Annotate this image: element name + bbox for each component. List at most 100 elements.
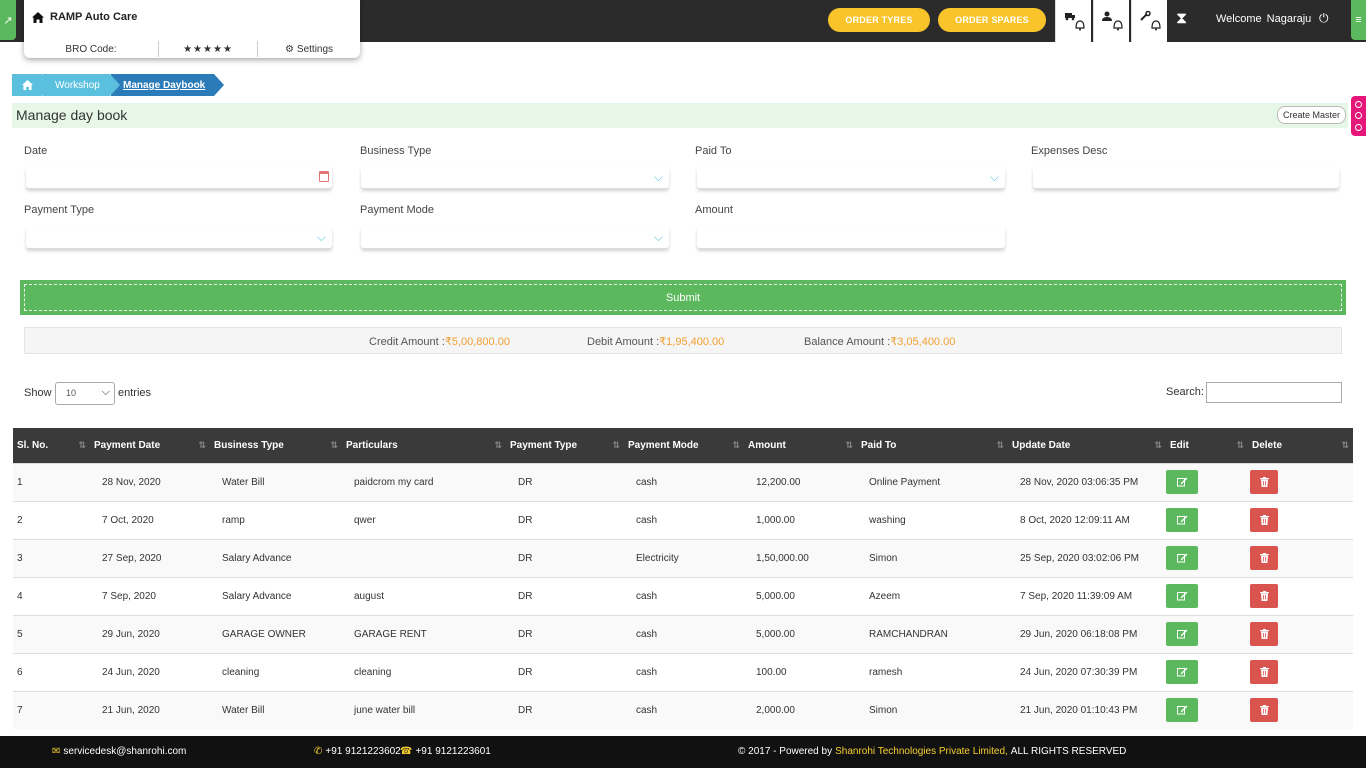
widget-dot-icon [1355,112,1362,120]
company-name[interactable]: Shanrohi Technologies Private Limited, [835,746,1008,757]
chevron-down-icon: ⌵ [653,230,663,244]
submit-button[interactable]: Submit [20,280,1346,315]
entries-per-page-select[interactable]: 10 ⌵ [55,382,115,405]
order-tyres-button[interactable]: ORDER TYRES [828,8,930,32]
entries-label: entries [118,387,152,399]
column-header[interactable]: Edit ⇅ [1166,428,1248,463]
column-header[interactable]: Payment Type ⇅ [506,428,624,463]
delete-button[interactable] [1250,508,1278,532]
dashboard-toggle-button[interactable]: ↗ [0,0,16,40]
sort-icon[interactable]: ⇅ [78,440,85,451]
column-header-label: Amount [748,439,786,451]
search-input[interactable] [1206,382,1342,403]
chevron-down-icon: ⌵ [989,170,999,184]
delete-button[interactable] [1250,584,1278,608]
table-row: 47 Sep, 2020 Salary Advance august DR cash 5,… [13,576,1353,615]
delete-button[interactable] [1250,660,1278,684]
sort-icon[interactable]: ⇅ [612,440,619,451]
payment-type-select[interactable]: ⌵ [26,227,332,249]
expenses-desc-input[interactable] [1033,167,1339,189]
sort-icon[interactable]: ⇅ [1154,440,1161,451]
delete-button[interactable] [1250,546,1278,570]
calendar-icon[interactable] [319,171,329,182]
footer-email-text: servicedesk@shanrohi.com [63,746,187,757]
delete-cell [1248,652,1353,691]
credit-amount: Credit Amount :₹5,00,800.00 [369,335,510,348]
column-header[interactable]: Sl. No. ⇅ [13,428,90,463]
column-header[interactable]: Update Date ⇅ [1008,428,1166,463]
edit-button[interactable] [1166,698,1198,723]
column-header[interactable]: Business Type ⇅ [210,428,342,463]
debit-amount-label: Debit Amount : [587,336,660,348]
business-type-select[interactable]: ⌵ [361,167,669,189]
column-header[interactable]: Amount ⇅ [744,428,857,463]
edit-button[interactable] [1166,546,1198,570]
edit-button[interactable] [1166,622,1198,646]
table-cell: RAMCHANDRAN [857,614,1008,653]
delete-button[interactable] [1250,622,1278,646]
show-label: Show [24,387,52,399]
submit-label: Submit [24,284,1342,311]
sort-icon[interactable]: ⇅ [1341,440,1348,451]
edit-icon [1176,667,1187,677]
credit-amount-value: ₹5,00,800.00 [444,336,510,348]
table-cell: 5,000.00 [744,614,857,653]
payment-mode-select[interactable]: ⌵ [361,227,669,249]
sort-icon[interactable]: ⇅ [494,440,501,451]
table-row: 3 27 Sep, 2020 Salary Advance DR Electricity… [13,538,1353,577]
settings-link[interactable]: ⚙ Settings [258,41,360,57]
table-cell: 7 Sep, 2020 [90,576,210,615]
column-header[interactable]: Delete ⇅ [1248,428,1353,463]
brand-title[interactable]: RAMP Auto Care [32,11,137,23]
order-spares-button[interactable]: ORDER SPARES [938,8,1046,32]
delete-button[interactable] [1250,470,1278,494]
table-cell: Water Bill [210,690,342,729]
edit-cell [1166,614,1248,653]
user-notification-button[interactable] [1093,0,1129,42]
breadcrumb-manage-daybook[interactable]: Manage Daybook [110,74,224,96]
sort-icon[interactable]: ⇅ [198,440,205,451]
sort-icon[interactable]: ⇅ [1236,440,1243,451]
menu-hamburger-button[interactable]: ≡ [1351,0,1366,40]
footer-copyright: © 2017 - Powered by Shanrohi Technologie… [738,746,1126,757]
amount-input[interactable] [697,227,1005,249]
truck-notification-button[interactable] [1055,0,1091,42]
column-header[interactable]: Payment Date ⇅ [90,428,210,463]
hourglass-icon[interactable]: ⧗ [1176,10,1187,28]
tools-notification-button[interactable] [1131,0,1167,42]
edit-button[interactable] [1166,508,1198,532]
delete-button[interactable] [1250,698,1278,723]
table-cell: 7 Sep, 2020 11:39:09 AM [1008,576,1166,615]
column-header[interactable]: Payment Mode ⇅ [624,428,744,463]
envelope-icon: ✉ [52,746,61,757]
edit-button[interactable] [1166,584,1198,608]
sort-icon[interactable]: ⇅ [996,440,1003,451]
create-master-button[interactable]: Create Master [1276,106,1346,124]
sort-icon[interactable]: ⇅ [330,440,337,451]
trash-icon [1259,477,1269,487]
power-icon[interactable]: ⏻ [1319,11,1329,26]
business-type-label: Business Type [360,145,432,157]
column-header[interactable]: Particulars ⇅ [342,428,506,463]
breadcrumb-workshop[interactable]: Workshop [42,74,120,96]
footer-phone[interactable]: ☎ +91 9121223601 [400,746,491,757]
sort-icon[interactable]: ⇅ [732,440,739,451]
phone-icon: ☎ [400,746,413,757]
table-cell: cleaning [210,652,342,691]
table-cell: 21 Jun, 2020 [90,690,210,729]
footer-email[interactable]: ✉ servicedesk@shanrohi.com [52,746,186,757]
table-row: 1 28 Nov, 2020 Water Bill paidcrom my card D… [13,462,1353,501]
date-input[interactable] [26,167,332,189]
hamburger-icon: ≡ [1355,14,1362,26]
footer-whatsapp[interactable]: ✆ +91 9121223602 [314,746,401,757]
widget-dot-icon [1355,101,1362,109]
side-widget-tab[interactable] [1351,96,1366,136]
edit-button[interactable] [1166,660,1198,684]
sort-icon[interactable]: ⇅ [845,440,852,451]
paid-to-select[interactable]: ⌵ [697,167,1005,189]
breadcrumb-home[interactable] [12,74,52,96]
edit-button[interactable] [1166,470,1198,494]
table-cell [342,538,506,577]
column-header[interactable]: Paid To ⇅ [857,428,1008,463]
rating-stars: ★★★★★ [159,41,258,57]
